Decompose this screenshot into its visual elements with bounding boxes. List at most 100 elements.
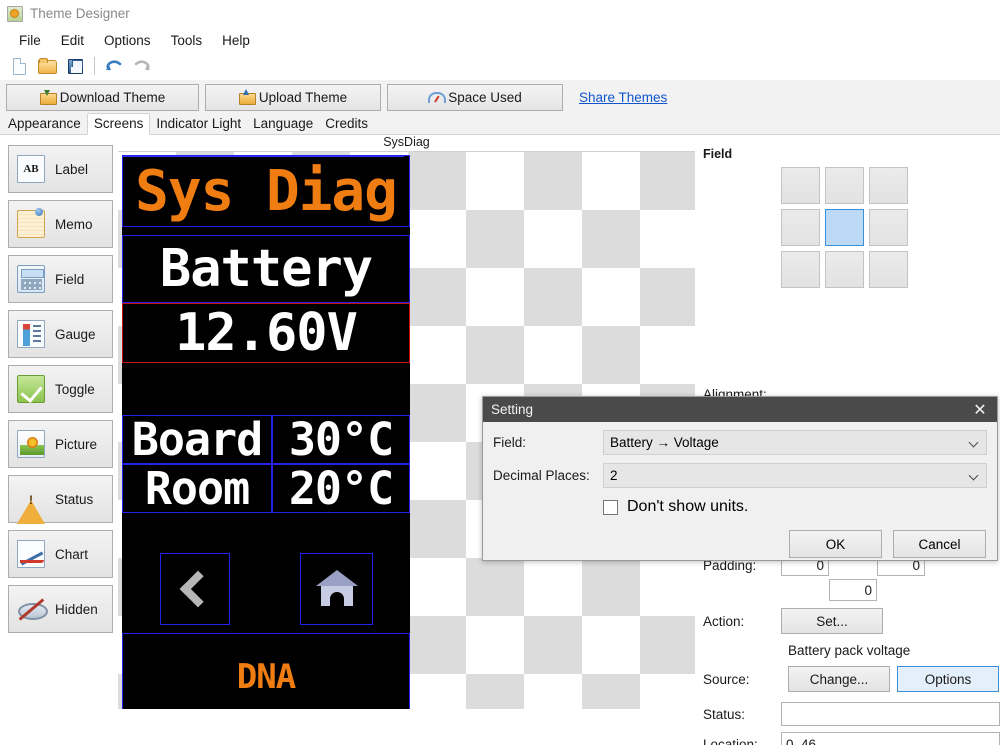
- canvas-widget-battery-value[interactable]: 12.60V: [122, 303, 410, 363]
- picture-icon: [17, 430, 45, 458]
- dialog-decimal-row: Decimal Places: 2: [493, 463, 987, 488]
- location-label: Location:: [703, 737, 781, 745]
- screen-name-caption: SysDiag: [118, 135, 695, 149]
- alignment-cell-2[interactable]: [869, 167, 908, 204]
- dialog-decimal-places-select[interactable]: 2: [603, 463, 987, 488]
- menu-file[interactable]: File: [9, 31, 51, 50]
- dont-show-units-checkbox[interactable]: [603, 500, 618, 515]
- alignment-cell-4[interactable]: [825, 209, 864, 246]
- alignment-cell-0[interactable]: [781, 167, 820, 204]
- open-button[interactable]: [34, 54, 60, 78]
- tab-credits[interactable]: Credits: [319, 114, 374, 134]
- action-set-button[interactable]: Set...: [781, 608, 883, 634]
- palette-label-text: Field: [55, 272, 84, 287]
- chart-icon: [17, 540, 45, 568]
- menubar: File Edit Options Tools Help: [0, 28, 1000, 52]
- canvas-widget-back-button[interactable]: [160, 553, 230, 625]
- status-input[interactable]: [781, 702, 1000, 726]
- canvas-widget-title[interactable]: Sys Diag: [122, 155, 410, 227]
- alignment-cell-6[interactable]: [781, 251, 820, 288]
- tab-language[interactable]: Language: [247, 114, 319, 134]
- alignment-grid: [781, 167, 1000, 288]
- setting-dialog: Setting ✕ Field: Battery → Voltage Decim…: [482, 396, 998, 561]
- tab-indicator-light[interactable]: Indicator Light: [150, 114, 247, 134]
- palette-item-memo[interactable]: Memo: [8, 200, 113, 248]
- download-theme-button[interactable]: Download Theme: [6, 84, 199, 111]
- save-button[interactable]: [62, 54, 88, 78]
- menu-options[interactable]: Options: [94, 31, 161, 50]
- dialog-title: Setting: [491, 402, 533, 417]
- location-input[interactable]: 0, 46: [781, 732, 1000, 745]
- alignment-cell-8[interactable]: [869, 251, 908, 288]
- hidden-eye-icon: [17, 595, 45, 623]
- alignment-cell-5[interactable]: [869, 209, 908, 246]
- properties-group-title: Field: [703, 147, 1000, 161]
- action-toolbar: Download Theme Upload Theme Space Used S…: [0, 80, 1000, 114]
- palette-label-text: Memo: [55, 217, 93, 232]
- palette-item-chart[interactable]: Chart: [8, 530, 113, 578]
- dialog-units-row[interactable]: Don't show units.: [603, 498, 987, 516]
- field-icon: [17, 265, 45, 293]
- palette-item-gauge[interactable]: Gauge: [8, 310, 113, 358]
- palette-label-text: Picture: [55, 437, 97, 452]
- canvas-widget-footer[interactable]: DNA: [122, 633, 410, 709]
- toolbar-separator: [94, 57, 95, 75]
- alignment-cell-1[interactable]: [825, 167, 864, 204]
- palette-item-status[interactable]: Status: [8, 475, 113, 523]
- canvas-widget-room-label[interactable]: Room: [122, 464, 272, 513]
- undo-button[interactable]: [101, 54, 127, 78]
- app-icon: [7, 6, 23, 22]
- work-area: AB Label Memo Field Gauge Toggle Picture…: [0, 135, 1000, 709]
- share-themes-link[interactable]: Share Themes: [579, 90, 667, 105]
- dialog-ok-button[interactable]: OK: [789, 530, 882, 558]
- status-icon-wrap: [17, 485, 45, 513]
- source-description: Battery pack voltage: [788, 643, 910, 658]
- tab-screens[interactable]: Screens: [87, 113, 151, 135]
- dialog-field-row: Field: Battery → Voltage: [493, 430, 987, 455]
- palette-item-label[interactable]: AB Label: [8, 145, 113, 193]
- source-row: Source: Change... Options: [696, 666, 999, 692]
- window-titlebar: Theme Designer: [0, 0, 1000, 28]
- palette-label-text: Hidden: [55, 602, 98, 617]
- window-title: Theme Designer: [30, 6, 130, 21]
- close-icon[interactable]: ✕: [963, 397, 997, 422]
- alignment-cell-7[interactable]: [825, 251, 864, 288]
- dialog-cancel-button[interactable]: Cancel: [893, 530, 986, 558]
- space-used-button[interactable]: Space Used: [387, 84, 563, 111]
- canvas-widget-board-label[interactable]: Board: [122, 415, 272, 464]
- action-label: Action:: [703, 614, 781, 629]
- palette-item-picture[interactable]: Picture: [8, 420, 113, 468]
- tab-appearance[interactable]: Appearance: [2, 114, 87, 134]
- menu-tools[interactable]: Tools: [161, 31, 213, 50]
- source-change-button[interactable]: Change...: [788, 666, 890, 692]
- palette-item-toggle[interactable]: Toggle: [8, 365, 113, 413]
- palette-item-field[interactable]: Field: [8, 255, 113, 303]
- canvas-widget-battery-label[interactable]: Battery: [122, 235, 410, 303]
- new-button[interactable]: [6, 54, 32, 78]
- status-row: Status:: [696, 702, 1000, 726]
- canvas-widget-room-value[interactable]: 20°C: [272, 464, 410, 513]
- gauge-icon: [428, 91, 443, 104]
- upload-theme-label: Upload Theme: [259, 90, 347, 105]
- chevron-left-icon: [180, 571, 217, 608]
- space-used-label: Space Used: [448, 90, 522, 105]
- padding-bottom-input[interactable]: 0: [829, 579, 877, 601]
- menu-edit[interactable]: Edit: [51, 31, 94, 50]
- warning-triangle-icon: [17, 485, 45, 524]
- download-icon: [40, 91, 55, 103]
- upload-theme-button[interactable]: Upload Theme: [205, 84, 381, 111]
- palette-item-hidden[interactable]: Hidden: [8, 585, 113, 633]
- dialog-decimal-places-label: Decimal Places:: [493, 468, 603, 483]
- source-options-button[interactable]: Options: [897, 666, 999, 692]
- redo-button[interactable]: [129, 54, 155, 78]
- canvas-widget-home-button[interactable]: [300, 553, 373, 625]
- canvas-widget-board-value[interactable]: 30°C: [272, 415, 410, 464]
- chevron-down-icon: [969, 438, 979, 448]
- dialog-decimal-places-value: 2: [610, 468, 618, 483]
- dialog-field-select[interactable]: Battery → Voltage: [603, 430, 987, 455]
- alignment-cell-3[interactable]: [781, 209, 820, 246]
- menu-help[interactable]: Help: [212, 31, 260, 50]
- dialog-buttons: OK Cancel: [483, 530, 986, 558]
- device-screen-preview[interactable]: Sys Diag Battery 12.60V Board 30°C Room …: [122, 155, 410, 709]
- location-row: Location: 0, 46: [696, 732, 1000, 745]
